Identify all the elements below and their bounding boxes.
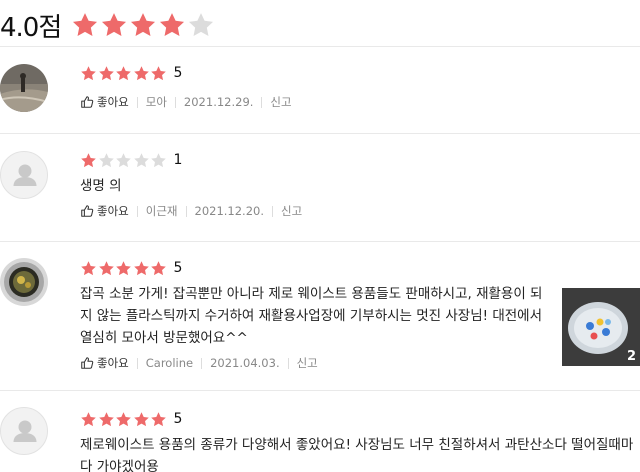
like-label: 좋아요 [97,204,129,218]
star-filled-icon [151,65,166,80]
like-button[interactable]: 좋아요 [80,203,129,219]
review-item: 5 제로웨이스트 용품의 종류가 다양해서 좋았어요! 사장님도 너무 친절하셔… [0,391,640,472]
star-empty-icon [98,152,114,167]
review-text: 생명 의 [80,178,122,194]
review-author[interactable]: 이근재 [146,203,178,219]
star-filled-icon [151,260,166,275]
review-item: 5 잡곡 소분 가게! 잡곡뿐만 아니라 제로 웨이스트 용품들도 판매하시고,… [0,242,640,390]
star-filled-icon [160,13,185,36]
like-button[interactable]: 좋아요 [80,94,129,110]
review-author[interactable]: Caroline [146,356,193,370]
star-filled-icon [73,13,98,36]
default-user-icon [13,164,37,186]
star-filled-icon [151,411,166,426]
review-photo[interactable]: 2 [562,288,640,366]
thumbs-up-icon [81,205,94,217]
like-label: 좋아요 [97,95,129,109]
star-filled-icon [81,260,96,275]
avatar[interactable] [0,407,48,455]
star-filled-icon [81,411,96,426]
review-rating: 5 [80,64,640,82]
rating-value: 5 [173,65,183,81]
star-filled-icon [98,65,114,80]
star-empty-icon [116,152,131,167]
star-filled-icon [81,65,96,80]
review-meta: 좋아요 Caroline 2021.04.03. 신고 [80,355,550,371]
review-author[interactable]: 모아 [146,94,167,110]
review-date: 2021.12.20. [194,204,265,218]
like-label: 좋아요 [97,356,129,370]
report-link[interactable]: 신고 [281,203,302,219]
rating-value: 1 [173,152,183,168]
review-text: 제로웨이스트 용품의 종류가 다양해서 좋았어요! 사장님도 너무 친절하셔서 … [80,437,634,472]
star-filled-icon [131,13,156,36]
default-user-icon [13,420,37,442]
star-filled-icon [98,260,114,275]
rating-value: 5 [173,260,183,276]
star-filled-icon [133,65,149,80]
thumbs-up-icon [81,96,94,108]
review-rating: 5 [80,410,640,428]
rating-summary: 4.0점 [0,8,215,43]
review-date: 2021.04.03. [210,356,280,370]
star-empty-icon [133,152,149,167]
like-button[interactable]: 좋아요 [80,355,129,371]
average-score: 4.0점 [0,12,62,43]
avatar[interactable] [0,64,48,112]
star-filled-icon [116,65,131,80]
star-filled-icon [133,411,149,426]
report-link[interactable]: 신고 [270,94,291,110]
photo-count: 2 [626,349,636,364]
thumbs-up-icon [81,357,94,369]
rating-value: 5 [173,411,183,427]
avatar[interactable] [0,258,48,306]
star-filled-icon [98,411,114,426]
report-link[interactable]: 신고 [297,355,318,371]
star-filled-icon [81,152,96,167]
star-empty-icon [189,13,214,36]
review-text: 잡곡 소분 가게! 잡곡뿐만 아니라 제로 웨이스트 용품들도 판매하시고, 재… [80,286,543,346]
star-filled-icon [102,13,127,36]
review-rating: 1 [80,151,640,169]
star-filled-icon [116,411,131,426]
star-empty-icon [151,152,166,167]
review-item: 1 생명 의 좋아요 이근재 2021.12.20. 신고 [0,134,640,241]
review-meta: 좋아요 모아 2021.12.29. 신고 [80,94,640,110]
avatar[interactable] [0,151,48,199]
summary-stars [71,11,215,39]
review-date: 2021.12.29. [183,95,254,109]
review-item: 5 좋아요 모아 2021.12.29. 신고 [0,47,640,133]
star-filled-icon [133,260,149,275]
review-meta: 좋아요 이근재 2021.12.20. 신고 [80,203,640,219]
review-rating: 5 [80,259,550,277]
star-filled-icon [116,260,131,275]
